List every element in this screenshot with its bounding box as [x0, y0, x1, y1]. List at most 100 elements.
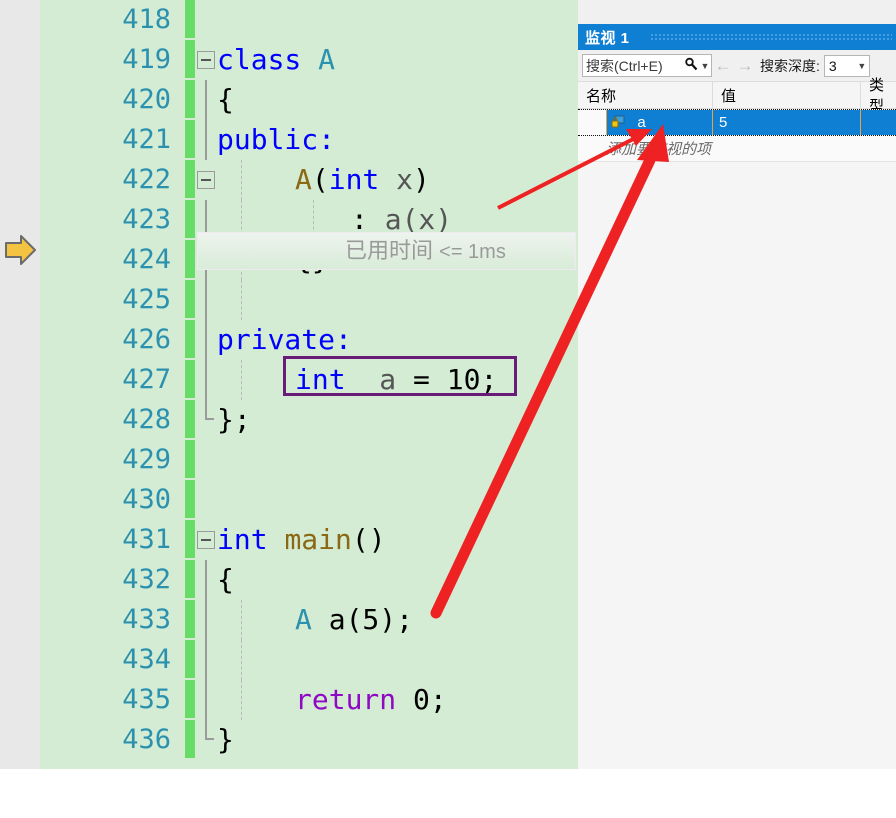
watch-grid-header: 名称 值 类型: [578, 77, 896, 115]
indent-guide: [241, 640, 242, 680]
watch-toolbar[interactable]: 搜索(Ctrl+E) ▼ ← → 搜索深度: 3 ▼: [578, 50, 896, 82]
code-line[interactable]: return 0;: [195, 680, 578, 720]
token-keyword-return: return: [295, 683, 397, 716]
change-bar-segment: [185, 440, 195, 478]
fold-toggle-class[interactable]: [197, 51, 215, 69]
line-number: 420: [122, 84, 171, 115]
code-line[interactable]: private:: [195, 320, 578, 360]
add-watch-item-row[interactable]: 添加要监视的项: [578, 136, 896, 162]
change-bar-segment: [185, 720, 195, 758]
line-number: 418: [122, 4, 171, 35]
lock-field-icon: [607, 114, 629, 132]
line-number: 431: [122, 524, 171, 555]
change-bar-segment: [185, 240, 195, 278]
token-return-value: 0;: [413, 683, 447, 716]
token-brace: {: [217, 83, 234, 116]
watch-row-value-cell[interactable]: 5: [712, 110, 860, 135]
title-bar-dots: [650, 33, 892, 41]
fold-toggle-main[interactable]: [197, 531, 215, 549]
magnifier-icon[interactable]: [683, 57, 699, 74]
line-number: 430: [122, 484, 171, 515]
code-line[interactable]: }: [195, 720, 578, 760]
search-depth-label: 搜索深度:: [760, 57, 820, 74]
line-number: 428: [122, 404, 171, 435]
token-paren-close: ): [413, 163, 430, 196]
change-bar-segment: [185, 560, 195, 598]
code-line[interactable]: [195, 280, 578, 320]
arrow-left-icon[interactable]: ←: [712, 56, 734, 76]
code-line[interactable]: {: [195, 80, 578, 120]
fold-guide-end: [205, 720, 214, 740]
breakpoint-gutter[interactable]: [0, 0, 40, 769]
code-line[interactable]: [195, 440, 578, 480]
code-line[interactable]: class A: [195, 40, 578, 80]
token-obj-type: A: [295, 603, 312, 636]
change-bar-segment: [185, 40, 195, 78]
indent-guide: [241, 280, 242, 320]
change-indicator-bar: [185, 0, 195, 769]
column-header-type[interactable]: 类型: [860, 77, 896, 115]
watch-row[interactable]: _a 5: [578, 109, 896, 136]
change-bar-segment: [185, 80, 195, 118]
change-bar-segment: [185, 520, 195, 558]
search-depth-value: 3: [828, 57, 837, 74]
code-line[interactable]: {: [195, 560, 578, 600]
code-line[interactable]: int main(): [195, 520, 578, 560]
change-bar-segment: [185, 600, 195, 638]
token-ctor-name: A: [295, 163, 312, 196]
execution-pointer-icon: [4, 232, 38, 268]
elapsed-time-adornment: 已用时间 <= 1ms: [345, 232, 506, 270]
token-access-private: private:: [217, 323, 352, 356]
column-header-name[interactable]: 名称: [578, 82, 712, 108]
indent-guide: [241, 160, 242, 200]
code-line[interactable]: };: [195, 400, 578, 440]
search-depth-input[interactable]: 3 ▼: [823, 54, 870, 77]
watch-window[interactable]: 监视 1 搜索(Ctrl+E) ▼ ← → 搜索深度: 3 ▼ 名称 值 类型 …: [578, 24, 896, 162]
token-parens: (): [351, 523, 386, 556]
fold-guide: [205, 320, 207, 360]
code-line[interactable]: [195, 0, 578, 40]
code-line[interactable]: A a(5);: [195, 600, 578, 640]
token-keyword: class: [217, 43, 302, 76]
change-bar-segment: [185, 280, 195, 318]
arrow-right-icon[interactable]: →: [734, 56, 756, 76]
code-line[interactable]: [195, 480, 578, 520]
line-number: 432: [122, 564, 171, 595]
change-bar-segment: [185, 200, 195, 238]
fold-guide: [205, 600, 207, 640]
token-brace: {: [217, 563, 234, 596]
change-bar-segment: [185, 160, 195, 198]
fold-guide: [205, 120, 207, 160]
search-placeholder: 搜索(Ctrl+E): [586, 57, 663, 74]
indent-guide: [241, 680, 242, 720]
row-indent: [578, 110, 606, 135]
add-watch-placeholder: 添加要监视的项: [606, 141, 712, 158]
token-paren: (: [311, 163, 329, 196]
elapsed-time-label: 已用时间: [345, 238, 434, 263]
fold-guide-end: [205, 400, 214, 420]
line-number: 421: [122, 124, 171, 155]
token-type: A: [318, 43, 336, 76]
line-number: 427: [122, 364, 171, 395]
search-input[interactable]: 搜索(Ctrl+E) ▼: [582, 54, 712, 77]
watch-window-title-bar[interactable]: 监视 1: [578, 24, 896, 50]
fold-guide: [205, 80, 207, 120]
change-bar-segment: [185, 120, 195, 158]
code-line[interactable]: public:: [195, 120, 578, 160]
right-pane: 监视 1 搜索(Ctrl+E) ▼ ← → 搜索深度: 3 ▼ 名称 值 类型 …: [578, 0, 896, 769]
code-line[interactable]: A(int x): [195, 160, 578, 200]
line-number: 426: [122, 324, 171, 355]
watch-row-type-cell[interactable]: [860, 110, 896, 135]
caret-down-icon[interactable]: ▼: [699, 61, 711, 71]
code-editor[interactable]: 418 419 420 421 422 423 424 425 426 427 428 429 430 4…: [0, 0, 578, 769]
line-number: 419: [122, 44, 171, 75]
change-bar-segment: [185, 640, 195, 678]
column-header-value[interactable]: 值: [712, 82, 860, 108]
token-keyword-int: int: [328, 163, 380, 196]
watch-row-name-cell[interactable]: _a: [606, 110, 712, 135]
caret-down-icon[interactable]: ▼: [855, 61, 869, 71]
code-line[interactable]: [195, 640, 578, 680]
fold-toggle-ctor[interactable]: [197, 171, 215, 189]
line-number: 435: [122, 684, 171, 715]
member-declaration-highlight-box: [283, 356, 517, 396]
